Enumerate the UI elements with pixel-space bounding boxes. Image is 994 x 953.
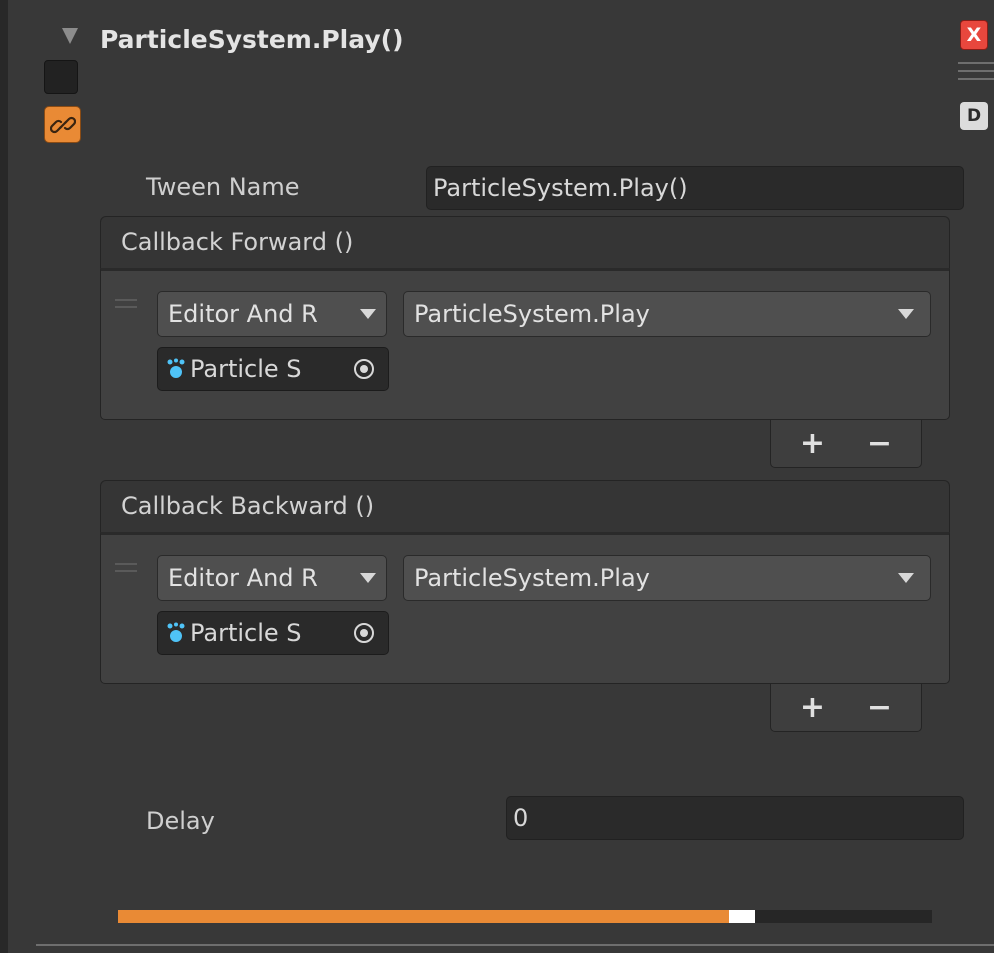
reorder-grip-icon[interactable] xyxy=(115,563,137,577)
chevron-down-icon xyxy=(898,573,914,583)
link-button[interactable] xyxy=(44,106,81,143)
panel-left-edge xyxy=(0,0,8,953)
progress-fill xyxy=(118,910,729,923)
runtime-mode-value: Editor And R xyxy=(168,300,318,328)
object-picker-icon xyxy=(354,623,374,643)
callback-backward-list: Editor And R ParticleSystem.Play Particl… xyxy=(100,532,950,684)
callback-backward-header: Callback Backward () xyxy=(100,480,950,532)
debug-button[interactable]: D xyxy=(960,102,988,130)
target-object-field[interactable]: Particle S xyxy=(157,611,389,655)
object-picker-button[interactable] xyxy=(340,612,388,654)
remove-listener-button[interactable]: − xyxy=(867,428,892,459)
enable-toggle[interactable] xyxy=(44,60,78,94)
remove-tween-button[interactable]: X xyxy=(960,20,988,50)
function-value: ParticleSystem.Play xyxy=(414,300,650,328)
callback-backward-footer: + − xyxy=(770,684,922,732)
tween-name-label: Tween Name xyxy=(146,173,300,201)
object-picker-button[interactable] xyxy=(340,348,388,390)
particle-system-icon xyxy=(167,358,185,378)
chevron-down-icon xyxy=(360,573,376,583)
delay-input[interactable]: 0 xyxy=(506,796,964,840)
tween-progress-bar[interactable] xyxy=(118,910,932,923)
progress-thumb[interactable] xyxy=(729,910,755,923)
runtime-mode-value: Editor And R xyxy=(168,564,318,592)
runtime-mode-dropdown[interactable]: Editor And R xyxy=(157,555,387,601)
callback-forward-list: Editor And R ParticleSystem.Play Particl… xyxy=(100,268,950,420)
divider xyxy=(36,944,994,946)
drag-handle-icon[interactable] xyxy=(958,62,994,88)
target-object-name: Particle S xyxy=(190,619,302,647)
remove-listener-button[interactable]: − xyxy=(867,692,892,723)
function-dropdown[interactable]: ParticleSystem.Play xyxy=(403,555,931,601)
runtime-mode-dropdown[interactable]: Editor And R xyxy=(157,291,387,337)
callback-forward-footer: + − xyxy=(770,420,922,468)
tween-title: ParticleSystem.Play() xyxy=(100,25,404,54)
reorder-grip-icon[interactable] xyxy=(115,299,137,313)
link-icon xyxy=(49,116,76,133)
function-dropdown[interactable]: ParticleSystem.Play xyxy=(403,291,931,337)
delay-label: Delay xyxy=(146,807,215,835)
function-value: ParticleSystem.Play xyxy=(414,564,650,592)
object-picker-icon xyxy=(354,359,374,379)
add-listener-button[interactable]: + xyxy=(800,428,825,459)
target-object-field[interactable]: Particle S xyxy=(157,347,389,391)
add-listener-button[interactable]: + xyxy=(800,692,825,723)
target-object-name: Particle S xyxy=(190,355,302,383)
chevron-down-icon xyxy=(360,309,376,319)
chevron-down-icon xyxy=(898,309,914,319)
foldout-triangle-icon[interactable] xyxy=(62,28,78,44)
particle-system-icon xyxy=(167,622,185,642)
callback-forward-header: Callback Forward () xyxy=(100,216,950,268)
tween-name-input[interactable]: ParticleSystem.Play() xyxy=(426,166,964,210)
